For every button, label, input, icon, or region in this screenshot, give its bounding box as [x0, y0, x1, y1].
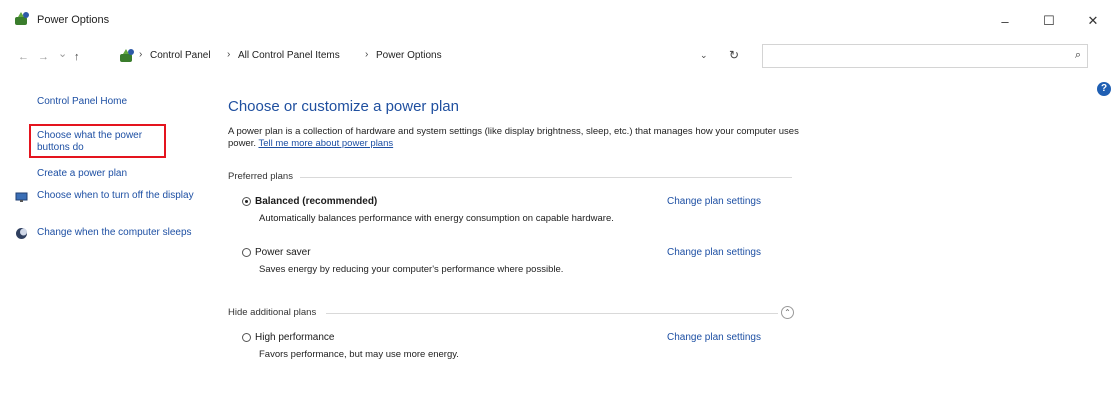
section-divider	[326, 313, 778, 314]
breadcrumb-control-panel[interactable]: Control Panel	[150, 50, 211, 61]
breadcrumb-separator: ›	[365, 49, 369, 60]
power-options-icon	[15, 12, 29, 25]
turn-off-display-link[interactable]: Choose when to turn off the display	[37, 190, 197, 202]
radio-power-saver[interactable]	[242, 248, 251, 257]
close-button[interactable]: ✕	[1070, 6, 1116, 36]
address-bar[interactable]: › Control Panel › All Control Panel Item…	[114, 44, 754, 68]
minimize-button[interactable]: –	[982, 6, 1028, 36]
back-arrow-icon[interactable]: ←	[18, 51, 29, 63]
breadcrumb-all-items[interactable]: All Control Panel Items	[238, 50, 340, 61]
forward-arrow-icon[interactable]: →	[38, 51, 49, 63]
description: A power plan is a collection of hardware…	[228, 126, 828, 150]
plan-description: Favors performance, but may use more ene…	[259, 349, 459, 360]
display-icon	[15, 192, 28, 202]
maximize-button[interactable]: ☐	[1026, 6, 1072, 36]
sleep-icon	[16, 228, 27, 239]
up-arrow-icon[interactable]: ↑	[74, 51, 80, 63]
radio-high-performance[interactable]	[242, 333, 251, 342]
change-plan-settings-link[interactable]: Change plan settings	[667, 247, 761, 258]
breadcrumb-separator: ›	[139, 49, 143, 60]
collapse-icon[interactable]: ⌃	[781, 306, 794, 319]
change-sleep-link[interactable]: Change when the computer sleeps	[37, 227, 197, 239]
control-panel-icon	[120, 49, 134, 62]
breadcrumb-separator: ›	[227, 49, 231, 60]
create-power-plan-link[interactable]: Create a power plan	[37, 168, 127, 180]
recent-locations-icon[interactable]: ⌄	[58, 47, 67, 60]
page-title: Choose or customize a power plan	[228, 98, 459, 115]
search-box[interactable]: ⌕	[762, 44, 1088, 68]
radio-balanced[interactable]	[242, 197, 251, 206]
plan-name: Balanced (recommended)	[255, 196, 378, 207]
refresh-icon[interactable]: ↻	[729, 48, 739, 62]
title-bar: Power Options – ☐ ✕	[0, 0, 1118, 40]
section-divider	[300, 177, 792, 178]
control-panel-home-link[interactable]: Control Panel Home	[37, 96, 127, 108]
hide-additional-plans-label[interactable]: Hide additional plans	[228, 307, 316, 318]
window-title: Power Options	[37, 14, 110, 26]
plan-description: Saves energy by reducing your computer's…	[259, 264, 564, 275]
plan-description: Automatically balances performance with …	[259, 213, 614, 224]
breadcrumb-power-options[interactable]: Power Options	[376, 50, 442, 61]
search-icon[interactable]: ⌕	[1075, 49, 1081, 62]
plan-name: High performance	[255, 332, 335, 343]
plan-name: Power saver	[255, 247, 311, 258]
change-plan-settings-link[interactable]: Change plan settings	[667, 332, 761, 343]
power-buttons-link[interactable]: Choose what the power buttons do	[37, 130, 167, 154]
change-plan-settings-link[interactable]: Change plan settings	[667, 196, 761, 207]
learn-more-link[interactable]: Tell me more about power plans	[258, 138, 393, 149]
preferred-plans-label: Preferred plans	[228, 171, 293, 182]
address-dropdown-icon[interactable]: ⌄	[700, 50, 708, 61]
help-icon[interactable]: ?	[1097, 82, 1111, 96]
